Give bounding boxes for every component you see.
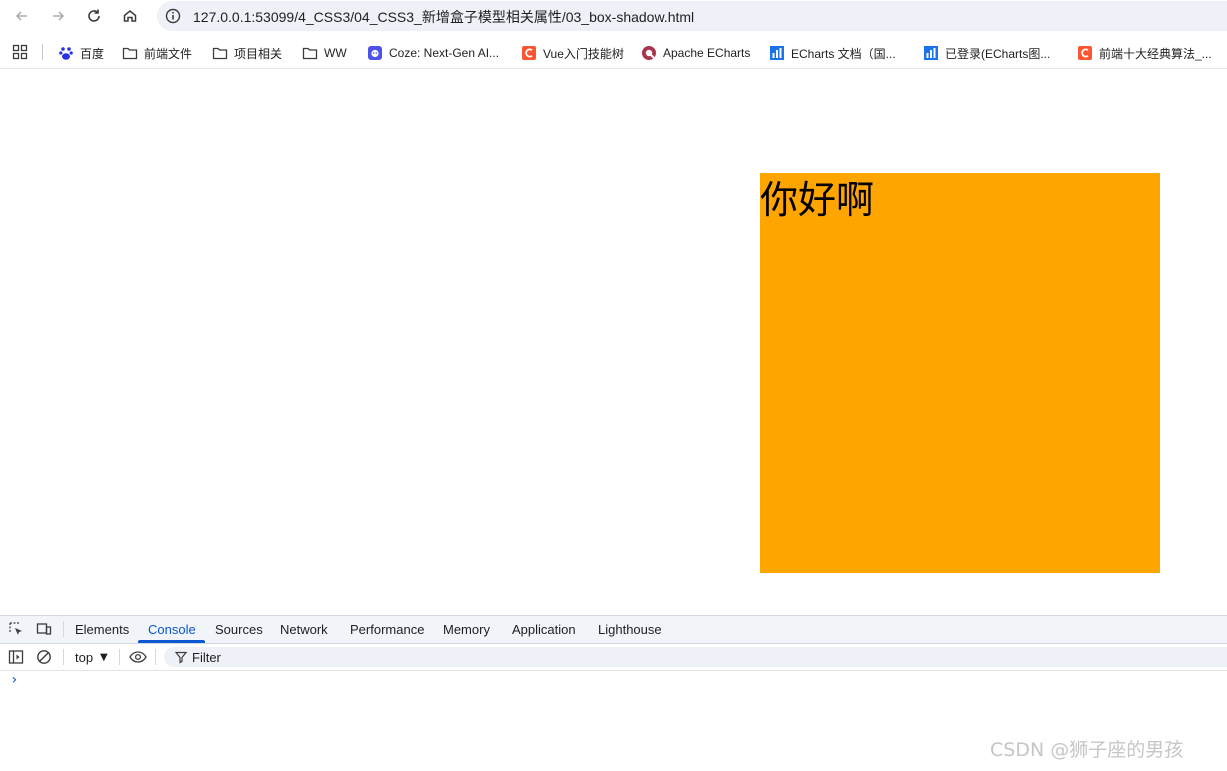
bookmark-label: WW xyxy=(324,46,347,60)
csdn-icon xyxy=(521,45,537,61)
baidu-icon xyxy=(58,45,74,61)
console-filter-input[interactable]: Filter xyxy=(164,647,1227,667)
bookmark-folder-ww[interactable]: WW xyxy=(302,44,347,62)
page-viewport: 你好啊 xyxy=(0,73,1227,615)
tab-performance[interactable]: Performance xyxy=(350,622,424,637)
bookmark-echarts-docs[interactable]: ECharts 文档（国... xyxy=(769,44,896,62)
console-prompt[interactable]: › xyxy=(10,672,18,688)
tab-application[interactable]: Application xyxy=(512,622,576,637)
bookmark-folder-frontend[interactable]: 前端文件 xyxy=(122,44,192,62)
apps-grid-icon[interactable] xyxy=(12,44,28,60)
toolbar-separator xyxy=(63,649,64,665)
bookmark-label: Apache ECharts xyxy=(663,46,751,60)
folder-icon xyxy=(302,45,318,61)
bookmark-label: 百度 xyxy=(80,46,105,61)
bookmark-label: 前端文件 xyxy=(144,46,193,61)
echarts-icon xyxy=(641,45,657,61)
reload-button[interactable] xyxy=(82,4,106,28)
console-toolbar: top ▼ Filter xyxy=(0,644,1227,671)
tab-console[interactable]: Console xyxy=(148,622,196,637)
bookmark-label: 项目相关 xyxy=(234,46,283,61)
active-tab-indicator xyxy=(138,640,205,643)
bookmark-apache-echarts[interactable]: Apache ECharts xyxy=(641,44,750,62)
url-text: 127.0.0.1:53099/4_CSS3/04_CSS3_新增盒子模型相关属… xyxy=(193,9,695,25)
dropdown-caret-icon: ▼ xyxy=(100,652,108,663)
coze-icon xyxy=(367,45,383,61)
bookmark-label: Vue入门技能树 xyxy=(543,46,624,61)
tab-sources[interactable]: Sources xyxy=(215,622,263,637)
back-button[interactable] xyxy=(10,4,34,28)
chart-icon xyxy=(923,45,939,61)
bookmark-baidu[interactable]: 百度 xyxy=(58,44,104,62)
eye-icon[interactable] xyxy=(129,649,147,665)
folder-icon xyxy=(122,45,138,61)
home-icon xyxy=(123,10,137,22)
bookmark-label: 前端十大经典算法_... xyxy=(1099,46,1212,61)
csdn-icon xyxy=(1077,45,1093,61)
info-icon[interactable] xyxy=(165,8,181,24)
csdn-watermark: CSDN @狮子座的男孩 xyxy=(990,739,1184,761)
filter-icon xyxy=(174,651,188,664)
clear-console-icon[interactable] xyxy=(36,649,52,665)
tab-elements[interactable]: Elements xyxy=(75,622,129,637)
browser-toolbar: 127.0.0.1:53099/4_CSS3/04_CSS3_新增盒子模型相关属… xyxy=(0,0,1227,32)
toolbar-separator xyxy=(119,649,120,665)
address-bar[interactable]: 127.0.0.1:53099/4_CSS3/04_CSS3_新增盒子模型相关属… xyxy=(157,1,1227,31)
arrow-right-icon xyxy=(53,11,65,21)
filter-placeholder: Filter xyxy=(192,650,221,665)
device-toolbar-icon[interactable] xyxy=(36,621,52,637)
folder-icon xyxy=(212,45,228,61)
forward-button[interactable] xyxy=(46,4,70,28)
home-button[interactable] xyxy=(118,4,142,28)
bookmark-echarts-logged-in[interactable]: 已登录(ECharts图... xyxy=(923,44,1050,62)
orange-box: 你好啊 xyxy=(760,173,1160,573)
bookmark-frontend-algorithms[interactable]: 前端十大经典算法_... xyxy=(1077,44,1212,62)
tab-lighthouse[interactable]: Lighthouse xyxy=(598,622,662,637)
bookmark-coze[interactable]: Coze: Next-Gen AI... xyxy=(367,44,499,62)
chart-icon xyxy=(769,45,785,61)
bookmarks-separator xyxy=(42,44,43,60)
arrow-left-icon xyxy=(15,11,27,21)
inspect-element-icon[interactable] xyxy=(8,621,24,637)
tab-network[interactable]: Network xyxy=(280,622,328,637)
reload-icon xyxy=(88,9,100,22)
toolbar-separator xyxy=(155,649,156,665)
sidebar-toggle-icon[interactable] xyxy=(8,649,24,665)
context-selector[interactable]: top xyxy=(75,650,93,665)
tab-memory[interactable]: Memory xyxy=(443,622,490,637)
bookmark-label: Coze: Next-Gen AI... xyxy=(389,46,500,60)
bookmark-folder-projects[interactable]: 项目相关 xyxy=(212,44,282,62)
devtools-tab-bar: Elements Console Sources Network Perform… xyxy=(0,616,1227,644)
box-text: 你好啊 xyxy=(760,178,875,222)
tab-separator xyxy=(63,621,64,637)
bookmark-vue-skill-tree[interactable]: Vue入门技能树 xyxy=(521,44,624,62)
bookmark-label: 已登录(ECharts图... xyxy=(945,46,1051,61)
bookmark-label: ECharts 文档（国... xyxy=(791,46,896,61)
